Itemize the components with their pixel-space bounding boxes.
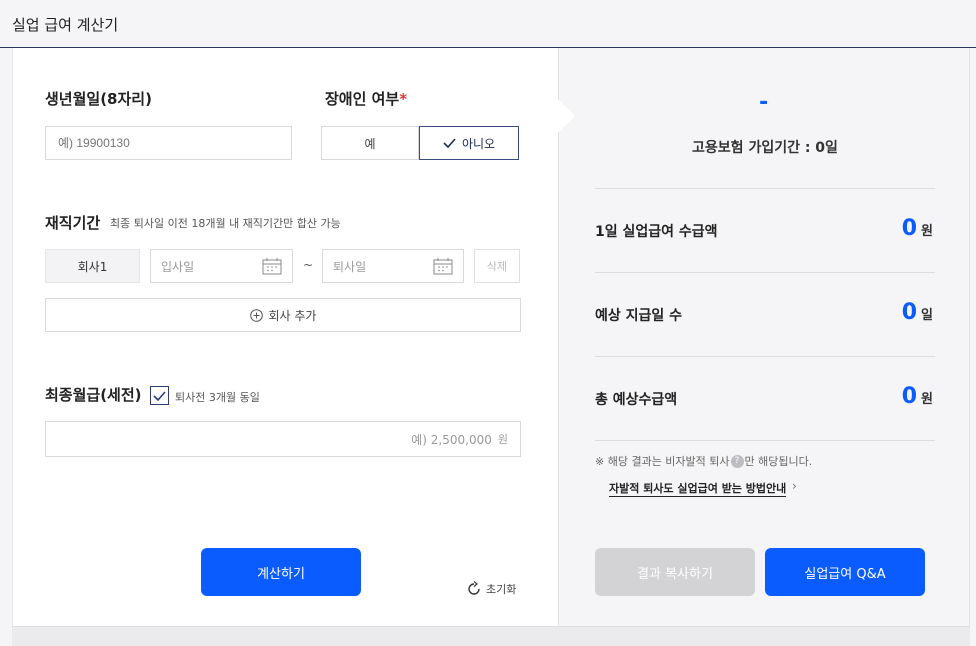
total-benefit-label: 총 예상수급액 [595, 392, 678, 408]
result-dash: - [759, 90, 769, 115]
daily-benefit-value: 0원 [901, 216, 933, 241]
disability-yes-button[interactable]: 예 [321, 126, 419, 160]
same-wage-checkbox[interactable] [150, 386, 169, 405]
add-company-button[interactable]: 회사 추가 [45, 298, 521, 332]
check-icon [443, 138, 456, 148]
tenure-label: 재직기간 [45, 214, 101, 232]
daily-benefit-label: 1일 실업급여 수급액 [595, 224, 718, 240]
divider [595, 188, 935, 189]
input-panel: 생년월일(8자리) 장애인 여부* 예 아니오 재직기간 최종 퇴사일 이전 1… [12, 48, 558, 626]
start-date-placeholder: 입사일 [161, 259, 195, 274]
total-benefit-value: 0원 [901, 384, 933, 409]
help-icon[interactable]: ? [730, 454, 744, 468]
qa-button[interactable]: 실업급여 Q&A [765, 548, 925, 596]
add-company-label: 회사 추가 [268, 308, 317, 323]
disability-label: 장애인 여부* [325, 90, 408, 108]
divider [595, 356, 935, 357]
result-note: ※ 해당 결과는 비자발적 퇴사? 만 해당됩니다. [595, 454, 813, 468]
required-mark: * [399, 90, 408, 108]
disability-no-button[interactable]: 아니오 [419, 126, 519, 160]
reset-button[interactable]: 초기화 [466, 581, 516, 597]
birth-input[interactable] [45, 126, 292, 160]
end-date-input[interactable]: 퇴사일 [322, 249, 464, 283]
wage-placeholder: 예) 2,500,000 [411, 432, 492, 447]
payment-days-value: 0일 [901, 300, 933, 325]
panel-arrow [557, 98, 575, 134]
same-wage-label: 퇴사전 3개월 동일 [175, 391, 260, 404]
plus-circle-icon [249, 308, 263, 322]
chevron-right-icon: › [792, 479, 797, 493]
divider [595, 272, 935, 273]
delete-company-button[interactable]: 삭제 [474, 249, 520, 283]
voluntary-guide-link[interactable]: 자발적 퇴사도 실업급여 받는 방법안내 [609, 480, 787, 497]
page-title: 실업 급여 계산기 [12, 16, 119, 34]
birth-label: 생년월일(8자리) [45, 90, 152, 108]
disability-no-label: 아니오 [461, 136, 496, 151]
payment-days-label: 예상 지급일 수 [595, 308, 683, 324]
calendar-icon [433, 258, 453, 275]
wage-unit: 원 [497, 433, 508, 446]
divider [595, 440, 935, 441]
bottom-strip [12, 626, 970, 646]
company-name: 회사1 [45, 249, 140, 283]
copy-result-button[interactable]: 결과 복사하기 [595, 548, 755, 596]
tenure-hint: 최종 퇴사일 이전 18개월 내 재직기간만 합산 가능 [110, 217, 341, 230]
calendar-icon [262, 258, 282, 275]
reset-label: 초기화 [486, 583, 517, 596]
wage-input[interactable]: 예) 2,500,000 원 [45, 421, 521, 457]
refresh-icon [468, 581, 480, 595]
wage-label: 최종월급(세전) [45, 386, 142, 404]
check-icon [153, 390, 166, 401]
insurance-period: 고용보험 가입기간 : 0일 [692, 140, 838, 156]
start-date-input[interactable]: 입사일 [150, 249, 293, 283]
date-separator: ~ [303, 258, 314, 272]
calculate-button[interactable]: 계산하기 [201, 548, 361, 596]
result-panel: - 고용보험 가입기간 : 0일 1일 실업급여 수급액 0원 예상 지급일 수… [558, 48, 970, 626]
end-date-placeholder: 퇴사일 [333, 259, 367, 274]
page-header: 실업 급여 계산기 [0, 0, 976, 48]
